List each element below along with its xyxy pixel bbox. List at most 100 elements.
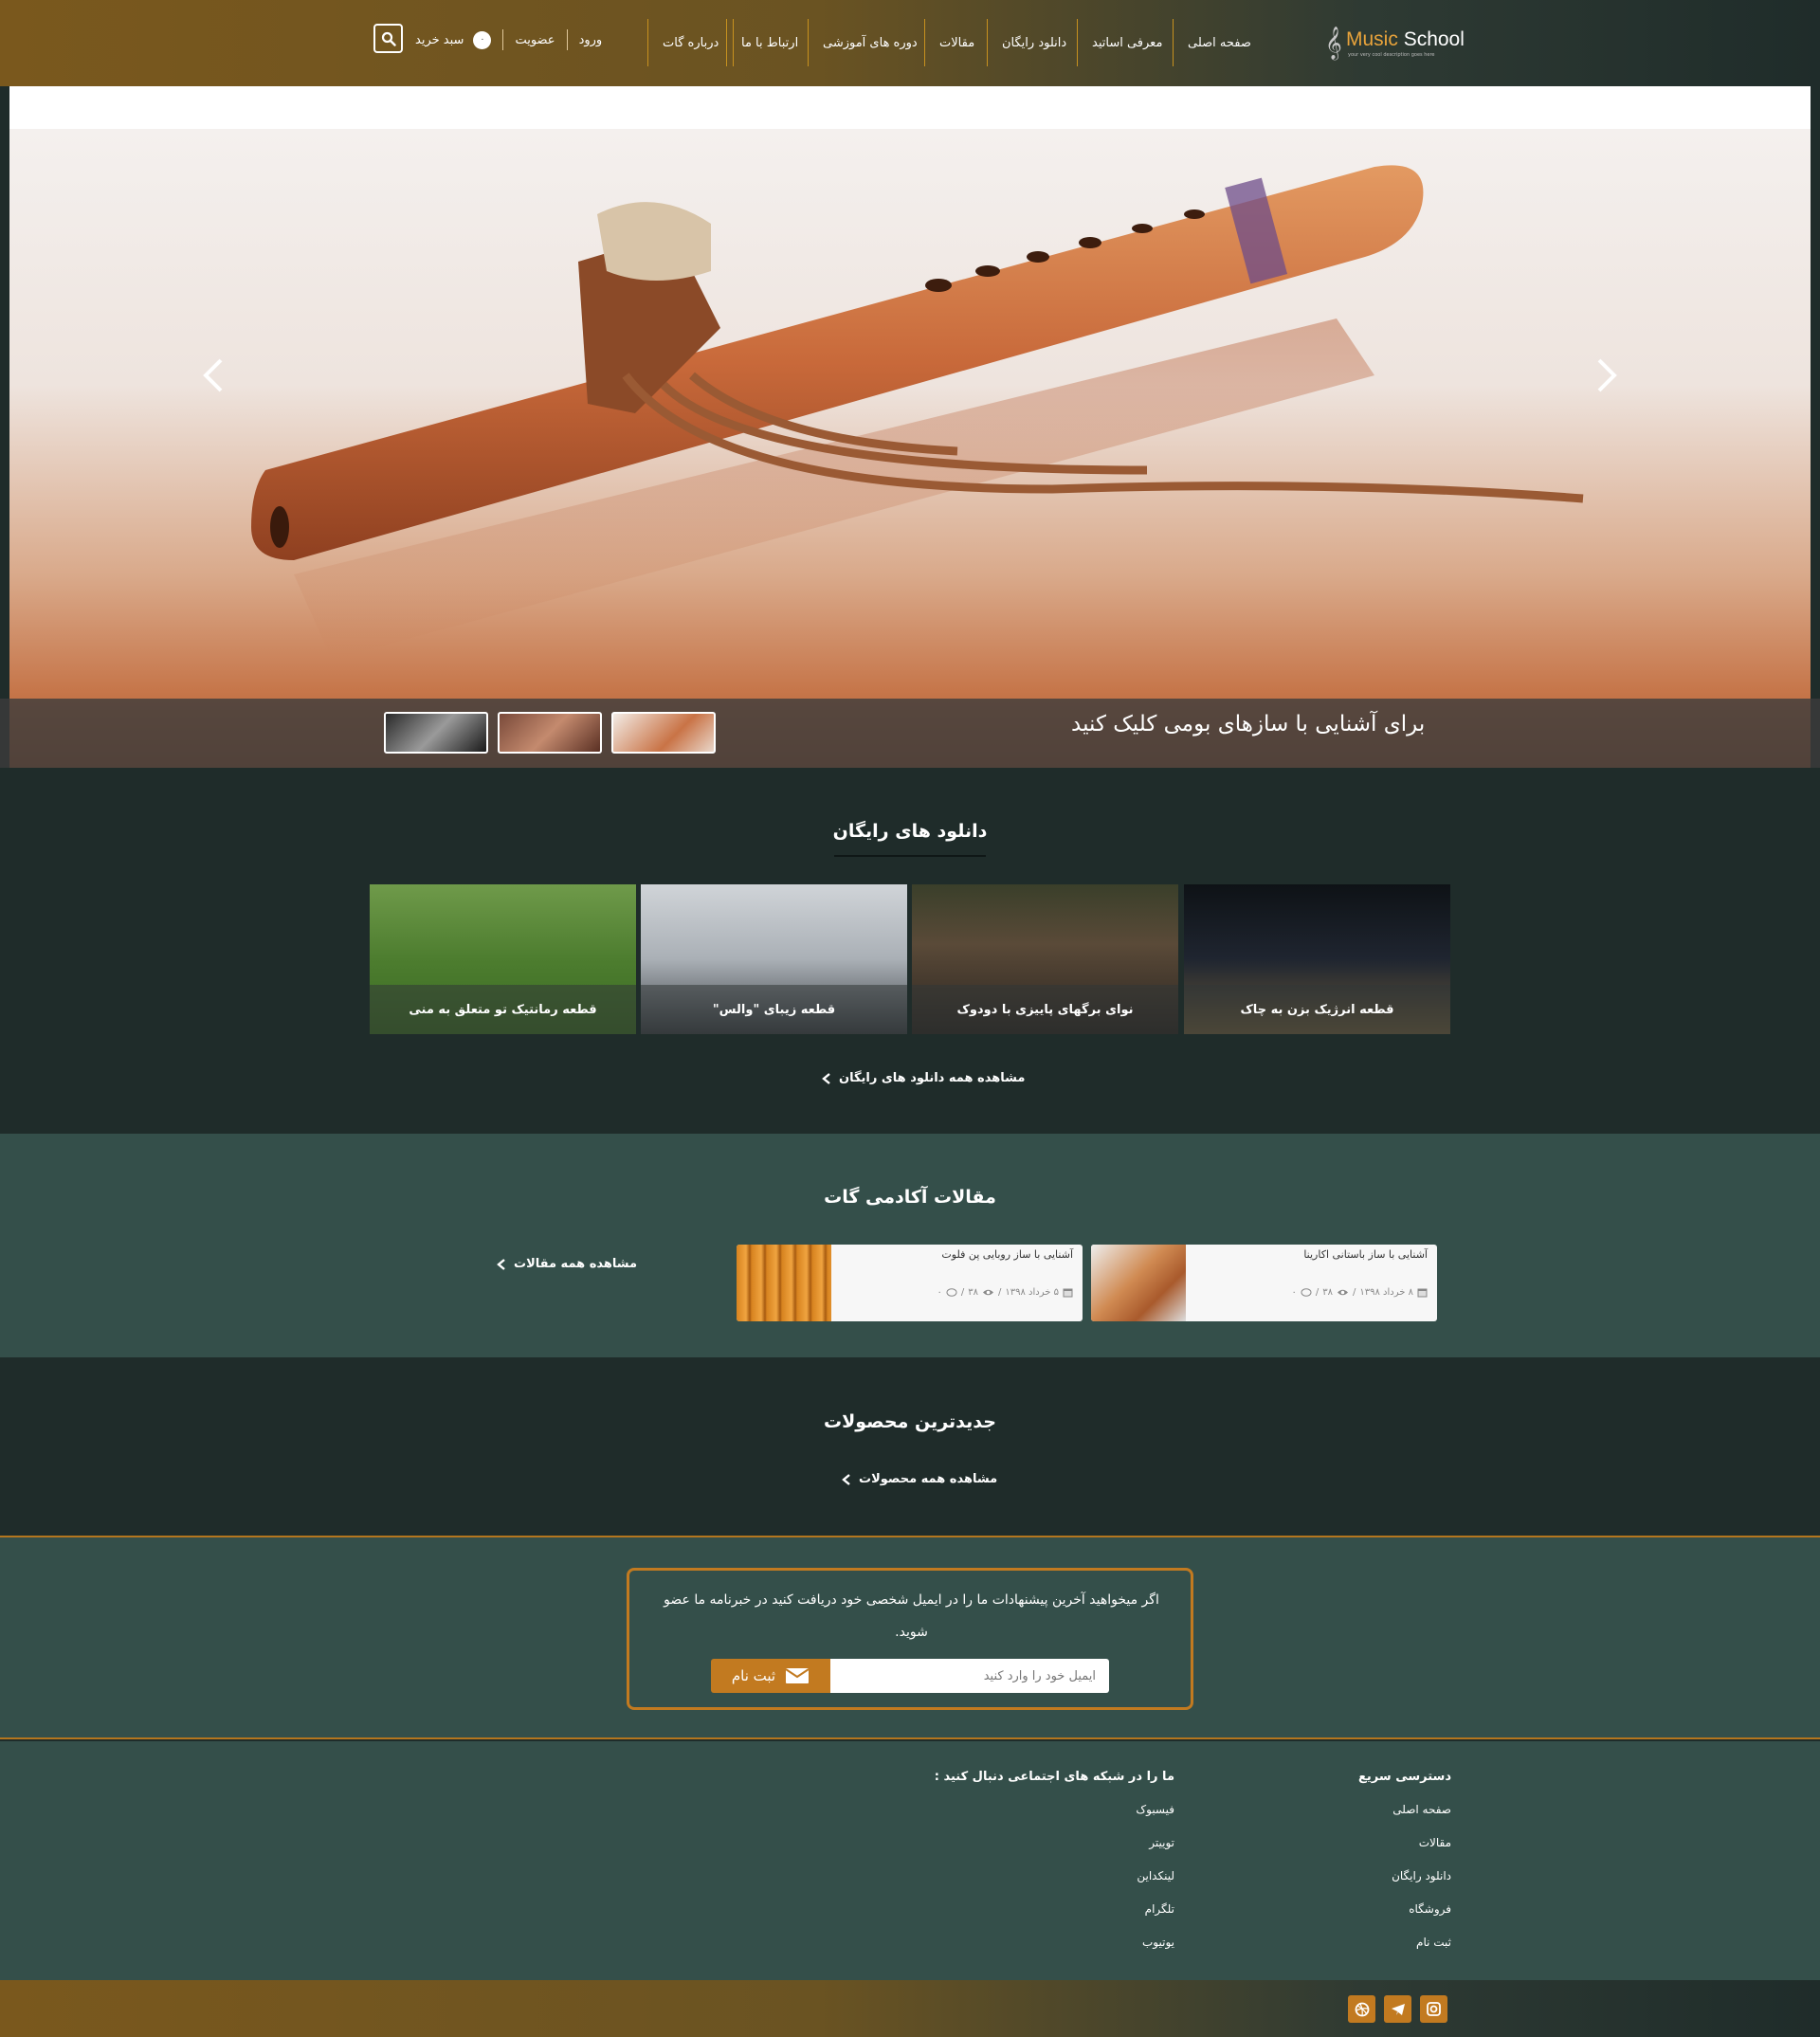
nav-about[interactable]: درباره گات (647, 19, 735, 66)
comment-count: ۰ (937, 1287, 942, 1298)
view-count: ۳۸ (968, 1287, 979, 1298)
footer-link-telegram[interactable]: تلگرام (1145, 1902, 1174, 1916)
article-title: آشنایی با ساز روبایی پن فلوت (941, 1248, 1073, 1261)
calendar-icon (1063, 1288, 1073, 1298)
all-products-label: مشاهده همه محصولات (859, 1472, 998, 1486)
all-downloads-link[interactable]: مشاهده همه دانلود های رایگان (822, 1071, 1025, 1085)
footer-link-facebook[interactable]: فیسبوک (1136, 1803, 1174, 1816)
article-card[interactable]: آشنایی با ساز باستانی اکارینا ۰ / ۳۸ / ۸… (1091, 1245, 1437, 1321)
envelope-icon (785, 1668, 810, 1683)
footer-link-shop[interactable]: فروشگاه (1409, 1902, 1451, 1916)
nav-home[interactable]: صفحه اصلی (1173, 19, 1265, 66)
newsletter-text: اگر میخواهید آخرین پیشنهادات ما را در ای… (664, 1592, 1159, 1640)
view-count: ۳۸ (1322, 1287, 1334, 1298)
calendar-icon (1417, 1288, 1428, 1298)
download-card-title: قطعه انرژیک بزن به چاک (1184, 985, 1450, 1034)
logo-tagline: your very cool description goes here (1348, 52, 1435, 58)
site-footer (0, 1741, 1820, 1980)
divider (566, 29, 568, 50)
site-header: 𝄞 Music School your very cool descriptio… (0, 0, 1820, 86)
footer-link-twitter[interactable]: توییتر (1149, 1836, 1174, 1849)
chevron-left-icon (842, 1473, 850, 1485)
all-articles-link[interactable]: مشاهده همه مقالات (497, 1257, 637, 1271)
download-card[interactable]: قطعه انرژیک بزن به چاک (1184, 884, 1450, 1034)
products-section (0, 1357, 1820, 1536)
download-card[interactable]: قطعه رمانتیک تو متعلق به منی (370, 884, 636, 1034)
comment-icon (946, 1287, 957, 1297)
article-date: ۸ خرداد ۱۳۹۸ (1359, 1287, 1413, 1298)
newsletter-email-input[interactable] (830, 1659, 1109, 1693)
footer-link-free-download[interactable]: دانلود رایگان (1392, 1869, 1451, 1882)
hero-slider[interactable] (9, 86, 1811, 768)
all-articles-label: مشاهده همه مقالات (514, 1257, 638, 1271)
articles-title: مقالات آکادمی گات (824, 1187, 996, 1208)
register-link[interactable]: عضویت (515, 33, 555, 47)
products-title: جدیدترین محصولات (824, 1411, 996, 1432)
download-card[interactable]: قطعه زیبای "والس" (641, 884, 907, 1034)
footer-social-title: ما را در شبکه های اجتماعی دنبال کنید : (934, 1770, 1174, 1784)
download-card-title: قطعه رمانتیک تو متعلق به منی (370, 985, 636, 1034)
article-date: ۵ خرداد ۱۳۹۸ (1005, 1287, 1059, 1298)
chevron-left-icon (822, 1072, 830, 1084)
footer-quick-title: دسترسی سریع (1358, 1770, 1451, 1784)
nav-teachers[interactable]: معرفی اساتید (1077, 19, 1176, 66)
comment-icon (1301, 1287, 1312, 1297)
footer-link-articles[interactable]: مقالات (1419, 1836, 1451, 1849)
logo-brand-first: Music (1346, 28, 1398, 50)
article-thumb (737, 1245, 831, 1321)
nav-articles[interactable]: مقالات (924, 19, 989, 66)
newsletter-submit-button[interactable]: ثبت نام (711, 1659, 830, 1693)
dribbble-icon (1355, 2002, 1369, 2016)
title-underline (834, 855, 986, 857)
newsletter-submit-label: ثبت نام (731, 1667, 776, 1684)
download-card-title: نوای برگهای پاییزی با دودوک (912, 985, 1178, 1034)
slider-next-button[interactable] (1588, 352, 1626, 399)
nav-free-download[interactable]: دانلود رایگان (987, 19, 1081, 66)
free-downloads-title: دانلود های رایگان (832, 821, 988, 842)
slider-prev-button[interactable] (194, 352, 232, 399)
logo-brand-second: School (1403, 28, 1465, 50)
chevron-right-icon (1597, 358, 1617, 392)
nav-contact[interactable]: ارتباط با ما (726, 19, 812, 66)
download-card-title: قطعه زیبای "والس" (641, 985, 907, 1034)
article-meta: ۰ / ۳۸ / ۵ خرداد ۱۳۹۸ (937, 1287, 1073, 1298)
flute-illustration (251, 165, 1584, 660)
all-products-link[interactable]: مشاهده همه محصولات (842, 1472, 997, 1486)
slider-thumb-3[interactable] (384, 712, 488, 754)
eye-icon (1338, 1289, 1349, 1296)
slide-image-flute (9, 129, 1811, 768)
slider-caption-bar (0, 699, 1820, 768)
dribbble-button[interactable] (1348, 1995, 1375, 2023)
login-link[interactable]: ورود (579, 33, 603, 47)
footer-link-linkedin[interactable]: لینکداین (1137, 1869, 1174, 1882)
treble-clef-icon: 𝄞 (1325, 27, 1342, 60)
cart-count[interactable]: ۰ (473, 30, 492, 49)
footer-link-register[interactable]: ثبت نام (1416, 1936, 1451, 1949)
eye-icon (983, 1289, 994, 1296)
article-meta: ۰ / ۳۸ / ۸ خرداد ۱۳۹۸ (1292, 1287, 1428, 1298)
instagram-button[interactable] (1420, 1995, 1447, 2023)
slider-thumb-1[interactable] (611, 712, 716, 754)
download-card[interactable]: نوای برگهای پاییزی با دودوک (912, 884, 1178, 1034)
article-title: آشنایی با ساز باستانی اکارینا (1303, 1248, 1428, 1261)
all-downloads-label: مشاهده همه دانلود های رایگان (839, 1071, 1026, 1085)
chevron-left-icon (203, 358, 223, 392)
search-icon (381, 31, 396, 46)
main-nav: صفحه اصلی (1173, 19, 1265, 66)
telegram-button[interactable] (1384, 1995, 1411, 2023)
article-card[interactable]: آشنایی با ساز روبایی پن فلوت ۰ / ۳۸ / ۵ … (737, 1245, 1083, 1321)
slider-thumb-2[interactable] (498, 712, 602, 754)
nav-courses[interactable]: دوره های آموزشی (808, 19, 932, 66)
cart-link[interactable]: سبد خرید (415, 33, 464, 47)
footer-link-home[interactable]: صفحه اصلی (1392, 1803, 1451, 1816)
search-button[interactable] (373, 24, 403, 53)
footer-link-youtube[interactable]: یوتیوب (1142, 1936, 1174, 1949)
comment-count: ۰ (1291, 1287, 1297, 1298)
instagram-icon (1427, 2002, 1441, 2016)
slider-caption[interactable]: برای آشنایی با سازهای بومی کلیک کنید (1071, 712, 1425, 737)
bottom-bar (0, 1980, 1820, 2037)
article-thumb (1091, 1245, 1186, 1321)
divider (502, 29, 504, 50)
telegram-icon (1391, 2003, 1405, 2015)
account-links: ۰ سبد خرید عضویت ورود (415, 23, 602, 57)
